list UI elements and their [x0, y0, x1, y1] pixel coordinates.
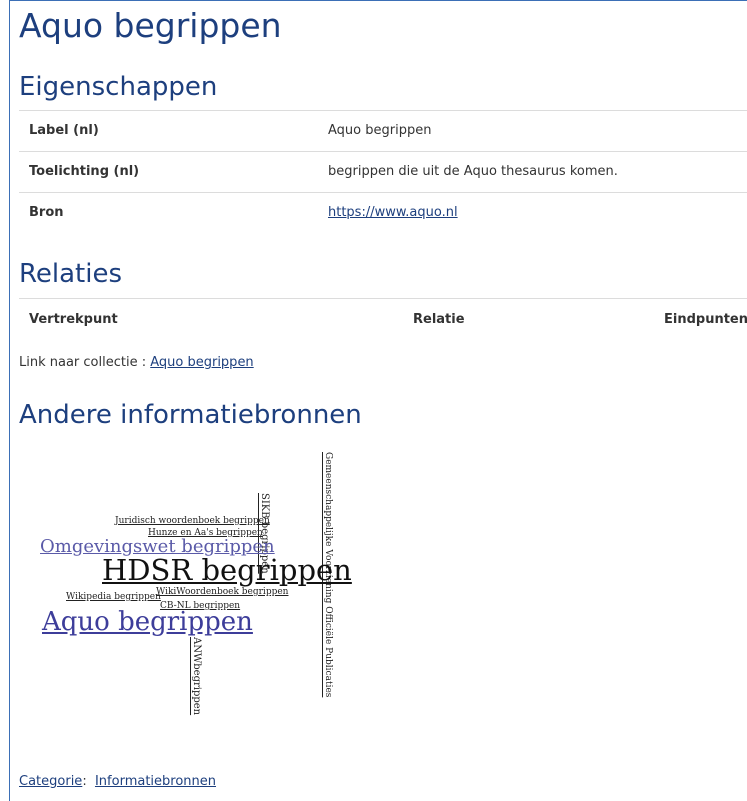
cloud-tag-anw[interactable]: ANWbegrippen — [191, 637, 202, 715]
cloud-tag-wikipedia[interactable]: Wikipedia begrippen — [66, 593, 161, 602]
property-label: Toelichting (nl) — [29, 164, 140, 179]
collection-link[interactable]: Aquo begrippen — [150, 355, 253, 370]
cloud-tag-juridisch[interactable]: Juridisch woordenboek begrippen — [115, 517, 270, 526]
category-label-link[interactable]: Categorie — [19, 774, 82, 789]
category-separator: : — [82, 774, 87, 789]
cloud-tag-hdsr[interactable]: HDSR begrippen — [102, 556, 352, 585]
bron-link[interactable]: https://www.aquo.nl — [328, 205, 458, 220]
divider — [19, 110, 747, 111]
divider — [19, 192, 747, 193]
category-value-link[interactable]: Informatiebronnen — [95, 774, 216, 789]
collection-link-prefix: Link naar collectie : — [19, 355, 147, 370]
column-header-eindpunten: Eindpunten — [664, 312, 747, 327]
cloud-tag-wikiwoordenboek[interactable]: WikiWoordenboek begrippen — [156, 588, 288, 597]
relaties-heading: Relaties — [19, 259, 123, 289]
column-header-relatie: Relatie — [413, 312, 465, 327]
category-footer: Categorie: Informatiebronnen — [19, 774, 216, 789]
property-label: Label (nl) — [29, 123, 99, 138]
andere-informatiebronnen-heading: Andere informatiebronnen — [19, 400, 362, 430]
column-header-vertrekpunt: Vertrekpunt — [29, 312, 118, 327]
property-label: Bron — [29, 205, 64, 220]
collection-link-row: Link naar collectie : Aquo begrippen — [19, 355, 254, 370]
divider — [19, 151, 747, 152]
divider — [19, 298, 747, 299]
page-title: Aquo begrippen — [19, 6, 282, 45]
cloud-tag-aquo[interactable]: Aquo begrippen — [42, 609, 253, 635]
property-value: begrippen die uit de Aquo thesaurus kome… — [328, 164, 618, 179]
eigenschappen-heading: Eigenschappen — [19, 72, 218, 102]
property-value: Aquo begrippen — [328, 123, 432, 138]
